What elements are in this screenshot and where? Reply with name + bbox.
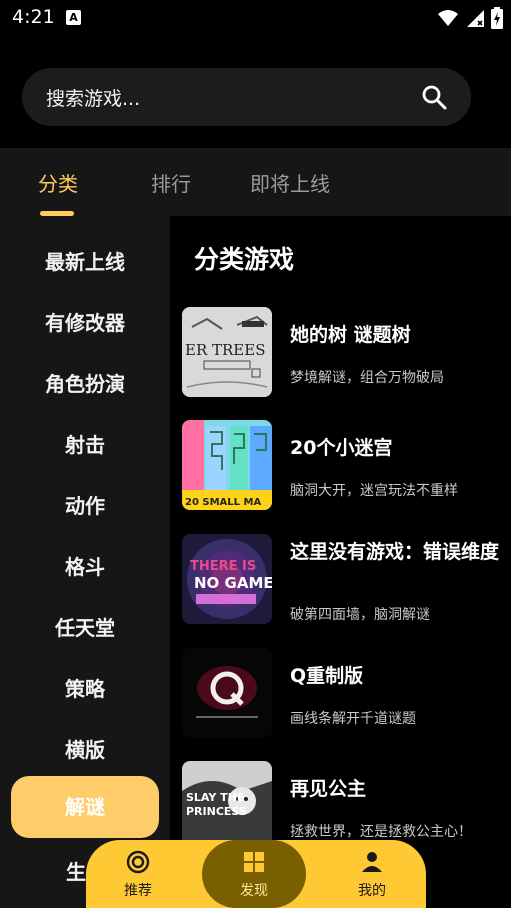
search-placeholder: 搜索游戏... xyxy=(46,88,141,110)
tab-category[interactable]: 分类 xyxy=(38,168,78,197)
grid-icon xyxy=(244,852,264,872)
tree-puzzle-art: ER TREES xyxy=(182,307,272,397)
bottom-nav: 推荐 发现 我的 xyxy=(86,840,426,908)
sidebar-item-strategy[interactable]: 策略 xyxy=(0,673,170,702)
nav-label: 推荐 xyxy=(124,883,152,899)
svg-text:ER TREES: ER TREES xyxy=(185,341,266,359)
nav-profile[interactable]: 我的 xyxy=(322,840,422,908)
svg-text:PRINCESS: PRINCESS xyxy=(186,805,247,818)
game-thumbnail: 20 SMALL MA xyxy=(182,420,272,510)
svg-text:20 SMALL MA: 20 SMALL MA xyxy=(185,497,261,508)
signal-icon xyxy=(467,10,484,27)
game-title: 再见公主 xyxy=(290,778,367,800)
game-description: 脑洞大开，迷宫玩法不重样 xyxy=(290,483,458,499)
game-thumbnail: ER TREES xyxy=(182,307,272,397)
game-title: Q重制版 xyxy=(290,665,364,687)
game-thumbnail: THERE IS NO GAME xyxy=(182,534,272,624)
game-item[interactable]: THERE IS NO GAME 这里没有游戏：错误维度 破第四面墙，脑洞解谜 xyxy=(182,534,502,626)
game-title: 20个小迷宫 xyxy=(290,437,393,459)
nav-label: 发现 xyxy=(240,883,268,899)
search-area: 搜索游戏... xyxy=(0,36,511,148)
game-thumbnail: SLAY THE PRINCESS xyxy=(182,761,272,851)
sidebar-item-nintendo[interactable]: 任天堂 xyxy=(0,612,170,641)
game-item[interactable]: 20 SMALL MA 20个小迷宫 脑洞大开，迷宫玩法不重样 xyxy=(182,420,502,512)
sidebar-item-puzzle[interactable]: 解谜 xyxy=(11,776,159,838)
sidebar-item-action[interactable]: 动作 xyxy=(0,490,170,519)
game-list-panel: 分类游戏 ER TREES 她的树 谜题树 梦境解谜，组合万物破局 20 SMA… xyxy=(170,216,511,908)
status-time: 4:21 xyxy=(12,6,55,28)
notification-icon: A xyxy=(66,10,81,25)
sidebar-item-fighting[interactable]: 格斗 xyxy=(0,551,170,580)
sidebar-item-rpg[interactable]: 角色扮演 xyxy=(0,368,170,397)
sidebar-item-newest[interactable]: 最新上线 xyxy=(0,246,170,275)
battery-icon xyxy=(491,7,503,29)
discover-page: 4:21 A 搜索游戏... 分类 排行 即将上线 最新上线 有修改器 角色扮演… xyxy=(0,0,511,908)
tab-upcoming[interactable]: 即将上线 xyxy=(250,168,330,197)
genre-sidebar: 最新上线 有修改器 角色扮演 射击 动作 格斗 任天堂 策略 横版 解谜 生 xyxy=(0,216,170,908)
no-game-art: THERE IS NO GAME xyxy=(182,534,272,624)
q-remastered-art xyxy=(182,648,272,738)
content-title: 分类游戏 xyxy=(194,245,295,274)
wifi-icon xyxy=(438,10,458,26)
game-title: 这里没有游戏：错误维度 xyxy=(290,541,500,563)
game-title: 她的树 谜题树 xyxy=(290,324,411,346)
nav-label: 我的 xyxy=(358,883,386,899)
svg-text:SLAY THE: SLAY THE xyxy=(186,791,244,804)
category-tabs: 分类 排行 即将上线 xyxy=(0,148,511,216)
game-item[interactable]: ER TREES 她的树 谜题树 梦境解谜，组合万物破局 xyxy=(182,307,502,399)
game-description: 破第四面墙，脑洞解谜 xyxy=(290,607,430,623)
svg-text:NO GAME: NO GAME xyxy=(194,574,272,592)
game-description: 画线条解开千道谜题 xyxy=(290,711,416,727)
game-description: 梦境解谜，组合万物破局 xyxy=(290,370,444,386)
nav-discover[interactable]: 发现 xyxy=(202,840,306,908)
sidebar-item-shooter[interactable]: 射击 xyxy=(0,429,170,458)
nav-recommend[interactable]: 推荐 xyxy=(88,840,188,908)
sidebar-item-sidescroller[interactable]: 横版 xyxy=(0,734,170,763)
svg-text:THERE IS: THERE IS xyxy=(190,559,256,574)
slay-princess-art: SLAY THE PRINCESS xyxy=(182,761,272,851)
sidebar-item-mods[interactable]: 有修改器 xyxy=(0,307,170,336)
status-icons xyxy=(437,7,503,29)
search-icon[interactable] xyxy=(421,84,447,110)
game-description: 拯救世界，还是拯救公主心！ xyxy=(290,824,472,840)
status-bar: 4:21 A xyxy=(0,0,511,36)
tab-ranking[interactable]: 排行 xyxy=(151,168,191,197)
search-input[interactable]: 搜索游戏... xyxy=(22,68,471,126)
maze-art: 20 SMALL MA xyxy=(182,420,272,510)
person-icon xyxy=(362,852,382,872)
target-icon xyxy=(126,850,150,874)
game-item[interactable]: Q重制版 画线条解开千道谜题 xyxy=(182,648,502,740)
game-thumbnail xyxy=(182,648,272,738)
